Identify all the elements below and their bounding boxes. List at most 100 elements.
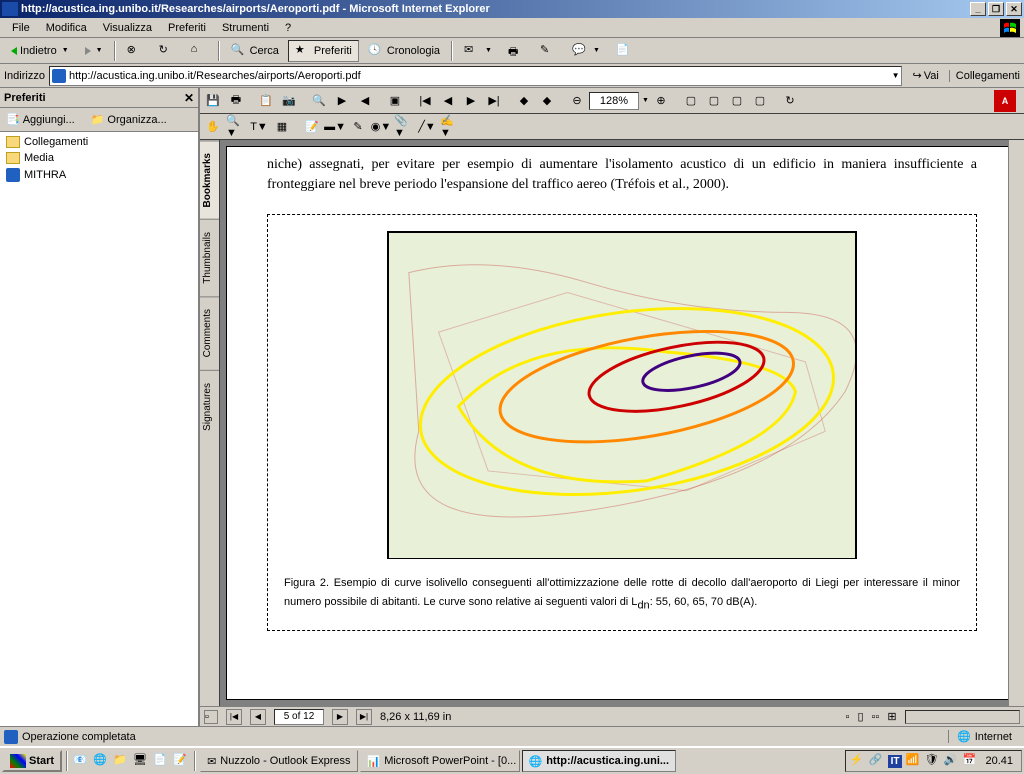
single-page-icon[interactable]: ▫ — [846, 711, 850, 723]
quicklaunch-icon[interactable]: 📝 — [172, 752, 190, 770]
pdf-fit-button[interactable]: ▣ — [384, 90, 406, 112]
organize-favorites-button[interactable]: 📁Organizza... — [87, 111, 171, 128]
pdf-highlight-button[interactable]: ▬▼ — [324, 116, 346, 138]
tray-icon[interactable]: ⚡ — [850, 753, 866, 769]
back-button[interactable]: Indietro ▼ — [4, 40, 76, 62]
pdf-zoom-in-button[interactable]: ⊕ — [650, 90, 672, 112]
discuss-button[interactable]: 💬▼ — [565, 40, 607, 62]
favorite-item[interactable]: Media — [2, 150, 196, 166]
tray-icon[interactable]: 📅 — [962, 753, 978, 769]
pdf-zoom-input[interactable] — [589, 92, 639, 110]
tray-icon[interactable]: 🔗 — [869, 753, 885, 769]
go-button[interactable]: ↪Vai — [906, 69, 944, 82]
close-button[interactable]: ✕ — [1006, 2, 1022, 16]
quicklaunch-icon[interactable]: 📄 — [152, 752, 170, 770]
history-button[interactable]: 🕓Cronologia — [361, 40, 447, 62]
menu-favorites[interactable]: Preferiti — [160, 20, 214, 36]
quicklaunch-icon[interactable]: 📧 — [72, 752, 90, 770]
page-number-input[interactable] — [274, 709, 324, 725]
pdf-prev-page-button[interactable]: ◀ — [437, 90, 459, 112]
pdf-find-button[interactable]: 🔍 — [308, 90, 330, 112]
home-button[interactable]: ⌂ — [184, 40, 214, 62]
menu-edit[interactable]: Modifica — [38, 20, 95, 36]
start-button[interactable]: Start — [2, 750, 62, 772]
tray-icon[interactable]: 📶 — [905, 753, 921, 769]
pdf-graphics-select-button[interactable]: ▦ — [271, 116, 293, 138]
taskbar-app-active[interactable]: 🌐http://acustica.ing.uni... — [522, 750, 677, 772]
print-button[interactable]: 🖶 — [501, 40, 531, 62]
favorite-item[interactable]: MITHRA — [2, 166, 196, 184]
edit-button[interactable]: ✎ — [533, 40, 563, 62]
pdf-fwd-view-button[interactable]: ◆ — [536, 90, 558, 112]
tray-icon[interactable]: 🛡 — [924, 753, 940, 769]
pdf-actual-size-button[interactable]: ▢ — [680, 90, 702, 112]
prev-page-nav[interactable]: ◀ — [250, 709, 266, 725]
pdf-pencil-button[interactable]: ✎ — [347, 116, 369, 138]
tray-icon[interactable]: 🔊 — [943, 753, 959, 769]
pdf-camera-button[interactable]: 📷 — [278, 90, 300, 112]
language-indicator[interactable]: IT — [888, 755, 903, 768]
add-favorite-button[interactable]: 📑Aggiungi... — [2, 111, 79, 128]
chevron-down-icon[interactable]: ▼ — [642, 97, 649, 104]
restore-button[interactable]: ❐ — [988, 2, 1004, 16]
continuous-facing-icon[interactable]: ⊞ — [887, 710, 896, 723]
menu-file[interactable]: File — [4, 20, 38, 36]
pdf-hand-tool-button[interactable]: ✋ — [202, 116, 224, 138]
continuous-icon[interactable]: ▯ — [857, 710, 863, 723]
refresh-button[interactable]: ↻ — [152, 40, 182, 62]
pdf-back-view-button[interactable]: ◆ — [513, 90, 535, 112]
tab-thumbnails[interactable]: Thumbnails — [200, 219, 219, 296]
vertical-scrollbar[interactable] — [1008, 140, 1024, 706]
pdf-print-button[interactable]: 🖶 — [225, 90, 247, 112]
pdf-find-next-button[interactable]: ▶ — [331, 90, 353, 112]
facing-icon[interactable]: ▫▫ — [872, 711, 880, 723]
menu-tools[interactable]: Strumenti — [214, 20, 277, 36]
pdf-fit-width-button[interactable]: ▢ — [726, 90, 748, 112]
security-zone[interactable]: 🌐 Internet — [948, 730, 1020, 743]
pdf-reflow-button[interactable]: ▢ — [749, 90, 771, 112]
pdf-rotate-button[interactable]: ↻ — [779, 90, 801, 112]
pdf-zoom-out-button[interactable]: ⊖ — [566, 90, 588, 112]
taskbar-app[interactable]: ✉Nuzzolo - Outlook Express — [200, 750, 357, 772]
pdf-first-page-button[interactable]: |◀ — [414, 90, 436, 112]
search-button[interactable]: 🔍Cerca — [224, 40, 286, 62]
tab-signatures[interactable]: Signatures — [200, 370, 219, 443]
forward-button[interactable]: ▼ — [78, 40, 110, 62]
pdf-copy-button[interactable]: 📋 — [255, 90, 277, 112]
tab-bookmarks[interactable]: Bookmarks — [200, 140, 219, 219]
pdf-fit-page-button[interactable]: ▢ — [703, 90, 725, 112]
taskbar-clock[interactable]: 20.41 — [981, 755, 1017, 767]
favorites-close-button[interactable]: ✕ — [184, 91, 194, 105]
address-input[interactable]: http://acustica.ing.unibo.it/Researches/… — [49, 66, 903, 86]
minimize-button[interactable]: _ — [970, 2, 986, 16]
pdf-line-button[interactable]: ╱▼ — [416, 116, 438, 138]
taskbar-app[interactable]: 📊Microsoft PowerPoint - [0... — [360, 750, 520, 772]
tab-comments[interactable]: Comments — [200, 296, 219, 369]
pdf-attach-button[interactable]: 📎▼ — [393, 116, 415, 138]
pdf-last-page-button[interactable]: ▶| — [483, 90, 505, 112]
pdf-next-page-button[interactable]: ▶ — [460, 90, 482, 112]
page-layout-icon[interactable]: ▫ — [204, 710, 218, 724]
stop-button[interactable]: ⊗ — [120, 40, 150, 62]
chevron-down-icon[interactable]: ▼ — [892, 71, 900, 80]
related-button[interactable]: 📄 — [609, 40, 639, 62]
mail-button[interactable]: ✉▼ — [457, 40, 499, 62]
next-page-nav[interactable]: ▶ — [332, 709, 348, 725]
quicklaunch-icon[interactable]: 🖥 — [132, 752, 150, 770]
pdf-save-button[interactable]: 💾 — [202, 90, 224, 112]
first-page-nav[interactable]: |◀ — [226, 709, 242, 725]
pdf-text-select-button[interactable]: T▼ — [248, 116, 270, 138]
pdf-page-viewport[interactable]: niche) assegnati, per evitare per esempi… — [220, 140, 1024, 706]
menu-view[interactable]: Visualizza — [95, 20, 160, 36]
pdf-sign-button[interactable]: ✍▼ — [439, 116, 461, 138]
links-button[interactable]: Collegamenti — [949, 70, 1020, 82]
last-page-nav[interactable]: ▶| — [356, 709, 372, 725]
quicklaunch-icon[interactable]: 🌐 — [92, 752, 110, 770]
horizontal-scrollbar[interactable] — [905, 710, 1020, 724]
favorite-item[interactable]: Collegamenti — [2, 134, 196, 150]
quicklaunch-icon[interactable]: 📁 — [112, 752, 130, 770]
favorites-button[interactable]: ★Preferiti — [288, 40, 359, 62]
menu-help[interactable]: ? — [277, 20, 299, 36]
pdf-note-button[interactable]: 📝 — [301, 116, 323, 138]
pdf-zoom-tool-button[interactable]: 🔍▼ — [225, 116, 247, 138]
